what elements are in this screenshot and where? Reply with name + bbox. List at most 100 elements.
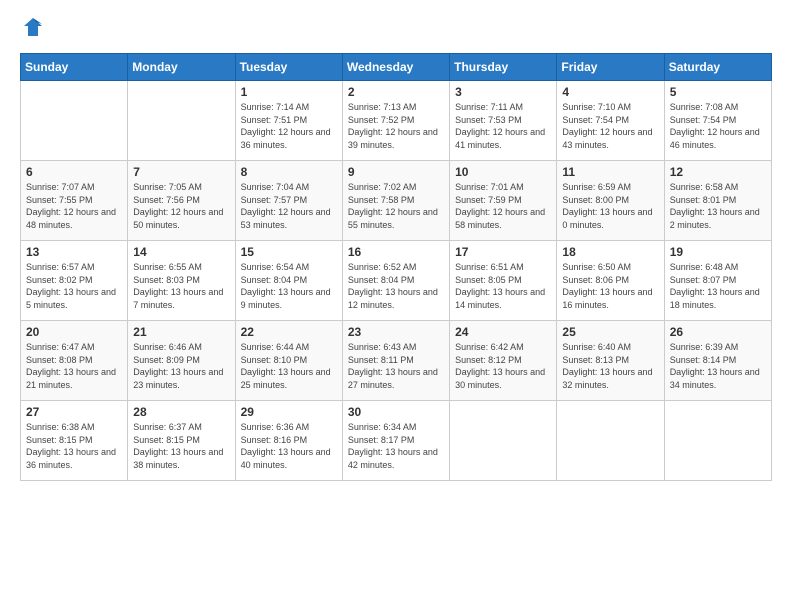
- week-row-3: 13 Sunrise: 6:57 AM Sunset: 8:02 PM Dayli…: [21, 241, 772, 321]
- day-number: 13: [26, 245, 122, 259]
- day-info: Sunrise: 6:50 AM Sunset: 8:06 PM Dayligh…: [562, 261, 658, 311]
- day-number: 27: [26, 405, 122, 419]
- calendar-cell: [664, 401, 771, 481]
- calendar-cell: 23 Sunrise: 6:43 AM Sunset: 8:11 PM Dayli…: [342, 321, 449, 401]
- day-info: Sunrise: 6:36 AM Sunset: 8:16 PM Dayligh…: [241, 421, 337, 471]
- day-info: Sunrise: 6:54 AM Sunset: 8:04 PM Dayligh…: [241, 261, 337, 311]
- day-info: Sunrise: 6:47 AM Sunset: 8:08 PM Dayligh…: [26, 341, 122, 391]
- day-info: Sunrise: 6:43 AM Sunset: 8:11 PM Dayligh…: [348, 341, 444, 391]
- calendar-cell: [128, 81, 235, 161]
- calendar-cell: 16 Sunrise: 6:52 AM Sunset: 8:04 PM Dayli…: [342, 241, 449, 321]
- day-number: 29: [241, 405, 337, 419]
- calendar-header: SundayMondayTuesdayWednesdayThursdayFrid…: [21, 54, 772, 81]
- day-info: Sunrise: 6:38 AM Sunset: 8:15 PM Dayligh…: [26, 421, 122, 471]
- calendar-cell: 29 Sunrise: 6:36 AM Sunset: 8:16 PM Dayli…: [235, 401, 342, 481]
- day-number: 6: [26, 165, 122, 179]
- day-info: Sunrise: 7:14 AM Sunset: 7:51 PM Dayligh…: [241, 101, 337, 151]
- day-number: 2: [348, 85, 444, 99]
- weekday-header-row: SundayMondayTuesdayWednesdayThursdayFrid…: [21, 54, 772, 81]
- calendar-cell: 12 Sunrise: 6:58 AM Sunset: 8:01 PM Dayli…: [664, 161, 771, 241]
- calendar-cell: 19Sunrise: 6:48 AM Sunset: 8:07 PM Dayli…: [664, 241, 771, 321]
- day-number: 25: [562, 325, 658, 339]
- calendar-cell: 15 Sunrise: 6:54 AM Sunset: 8:04 PM Dayli…: [235, 241, 342, 321]
- calendar-cell: 21 Sunrise: 6:46 AM Sunset: 8:09 PM Dayli…: [128, 321, 235, 401]
- day-number: 11: [562, 165, 658, 179]
- day-number: 17: [455, 245, 551, 259]
- calendar-cell: 9Sunrise: 7:02 AM Sunset: 7:58 PM Daylig…: [342, 161, 449, 241]
- day-number: 18: [562, 245, 658, 259]
- day-info: Sunrise: 7:10 AM Sunset: 7:54 PM Dayligh…: [562, 101, 658, 151]
- weekday-header-monday: Monday: [128, 54, 235, 81]
- day-number: 21: [133, 325, 229, 339]
- day-info: Sunrise: 7:01 AM Sunset: 7:59 PM Dayligh…: [455, 181, 551, 231]
- calendar-cell: 7 Sunrise: 7:05 AM Sunset: 7:56 PM Daylig…: [128, 161, 235, 241]
- day-number: 23: [348, 325, 444, 339]
- day-info: Sunrise: 7:05 AM Sunset: 7:56 PM Dayligh…: [133, 181, 229, 231]
- day-number: 3: [455, 85, 551, 99]
- week-row-1: 1Sunrise: 7:14 AM Sunset: 7:51 PM Daylig…: [21, 81, 772, 161]
- calendar-body: 1Sunrise: 7:14 AM Sunset: 7:51 PM Daylig…: [21, 81, 772, 481]
- calendar-cell: 18 Sunrise: 6:50 AM Sunset: 8:06 PM Dayli…: [557, 241, 664, 321]
- calendar-cell: 4 Sunrise: 7:10 AM Sunset: 7:54 PM Daylig…: [557, 81, 664, 161]
- weekday-header-sunday: Sunday: [21, 54, 128, 81]
- logo: [20, 16, 44, 43]
- day-info: Sunrise: 6:55 AM Sunset: 8:03 PM Dayligh…: [133, 261, 229, 311]
- calendar-cell: [450, 401, 557, 481]
- logo-bird-icon: [22, 16, 44, 38]
- calendar-cell: 27 Sunrise: 6:38 AM Sunset: 8:15 PM Dayli…: [21, 401, 128, 481]
- calendar-cell: 3Sunrise: 7:11 AM Sunset: 7:53 PM Daylig…: [450, 81, 557, 161]
- day-number: 8: [241, 165, 337, 179]
- day-number: 12: [670, 165, 766, 179]
- calendar-cell: 25 Sunrise: 6:40 AM Sunset: 8:13 PM Dayli…: [557, 321, 664, 401]
- calendar-cell: 28 Sunrise: 6:37 AM Sunset: 8:15 PM Dayli…: [128, 401, 235, 481]
- day-number: 15: [241, 245, 337, 259]
- calendar-cell: 8 Sunrise: 7:04 AM Sunset: 7:57 PM Daylig…: [235, 161, 342, 241]
- day-number: 10: [455, 165, 551, 179]
- weekday-header-thursday: Thursday: [450, 54, 557, 81]
- day-info: Sunrise: 6:52 AM Sunset: 8:04 PM Dayligh…: [348, 261, 444, 311]
- calendar-cell: 5 Sunrise: 7:08 AM Sunset: 7:54 PM Daylig…: [664, 81, 771, 161]
- calendar-cell: 20 Sunrise: 6:47 AM Sunset: 8:08 PM Dayli…: [21, 321, 128, 401]
- calendar-cell: 6Sunrise: 7:07 AM Sunset: 7:55 PM Daylig…: [21, 161, 128, 241]
- calendar-cell: [557, 401, 664, 481]
- day-number: 16: [348, 245, 444, 259]
- calendar-cell: 1Sunrise: 7:14 AM Sunset: 7:51 PM Daylig…: [235, 81, 342, 161]
- day-number: 14: [133, 245, 229, 259]
- day-info: Sunrise: 7:08 AM Sunset: 7:54 PM Dayligh…: [670, 101, 766, 151]
- day-number: 9: [348, 165, 444, 179]
- calendar-cell: 24 Sunrise: 6:42 AM Sunset: 8:12 PM Dayli…: [450, 321, 557, 401]
- day-info: Sunrise: 6:58 AM Sunset: 8:01 PM Dayligh…: [670, 181, 766, 231]
- week-row-2: 6Sunrise: 7:07 AM Sunset: 7:55 PM Daylig…: [21, 161, 772, 241]
- day-number: 4: [562, 85, 658, 99]
- weekday-header-saturday: Saturday: [664, 54, 771, 81]
- header: [20, 16, 772, 43]
- page: SundayMondayTuesdayWednesdayThursdayFrid…: [0, 0, 792, 612]
- calendar-cell: 14 Sunrise: 6:55 AM Sunset: 8:03 PM Dayli…: [128, 241, 235, 321]
- calendar-cell: 30 Sunrise: 6:34 AM Sunset: 8:17 PM Dayli…: [342, 401, 449, 481]
- day-info: Sunrise: 6:42 AM Sunset: 8:12 PM Dayligh…: [455, 341, 551, 391]
- day-info: Sunrise: 7:04 AM Sunset: 7:57 PM Dayligh…: [241, 181, 337, 231]
- day-info: Sunrise: 6:37 AM Sunset: 8:15 PM Dayligh…: [133, 421, 229, 471]
- day-number: 22: [241, 325, 337, 339]
- day-info: Sunrise: 6:34 AM Sunset: 8:17 PM Dayligh…: [348, 421, 444, 471]
- day-number: 5: [670, 85, 766, 99]
- calendar-cell: 10 Sunrise: 7:01 AM Sunset: 7:59 PM Dayli…: [450, 161, 557, 241]
- day-number: 20: [26, 325, 122, 339]
- calendar-cell: 2 Sunrise: 7:13 AM Sunset: 7:52 PM Daylig…: [342, 81, 449, 161]
- day-info: Sunrise: 6:57 AM Sunset: 8:02 PM Dayligh…: [26, 261, 122, 311]
- day-info: Sunrise: 6:46 AM Sunset: 8:09 PM Dayligh…: [133, 341, 229, 391]
- calendar-cell: 26Sunrise: 6:39 AM Sunset: 8:14 PM Dayli…: [664, 321, 771, 401]
- day-number: 28: [133, 405, 229, 419]
- week-row-5: 27 Sunrise: 6:38 AM Sunset: 8:15 PM Dayli…: [21, 401, 772, 481]
- day-info: Sunrise: 6:40 AM Sunset: 8:13 PM Dayligh…: [562, 341, 658, 391]
- day-number: 26: [670, 325, 766, 339]
- calendar-table: SundayMondayTuesdayWednesdayThursdayFrid…: [20, 53, 772, 481]
- day-info: Sunrise: 7:13 AM Sunset: 7:52 PM Dayligh…: [348, 101, 444, 151]
- day-number: 30: [348, 405, 444, 419]
- calendar-cell: 11Sunrise: 6:59 AM Sunset: 8:00 PM Dayli…: [557, 161, 664, 241]
- day-info: Sunrise: 6:51 AM Sunset: 8:05 PM Dayligh…: [455, 261, 551, 311]
- weekday-header-tuesday: Tuesday: [235, 54, 342, 81]
- day-number: 24: [455, 325, 551, 339]
- day-number: 7: [133, 165, 229, 179]
- week-row-4: 20 Sunrise: 6:47 AM Sunset: 8:08 PM Dayli…: [21, 321, 772, 401]
